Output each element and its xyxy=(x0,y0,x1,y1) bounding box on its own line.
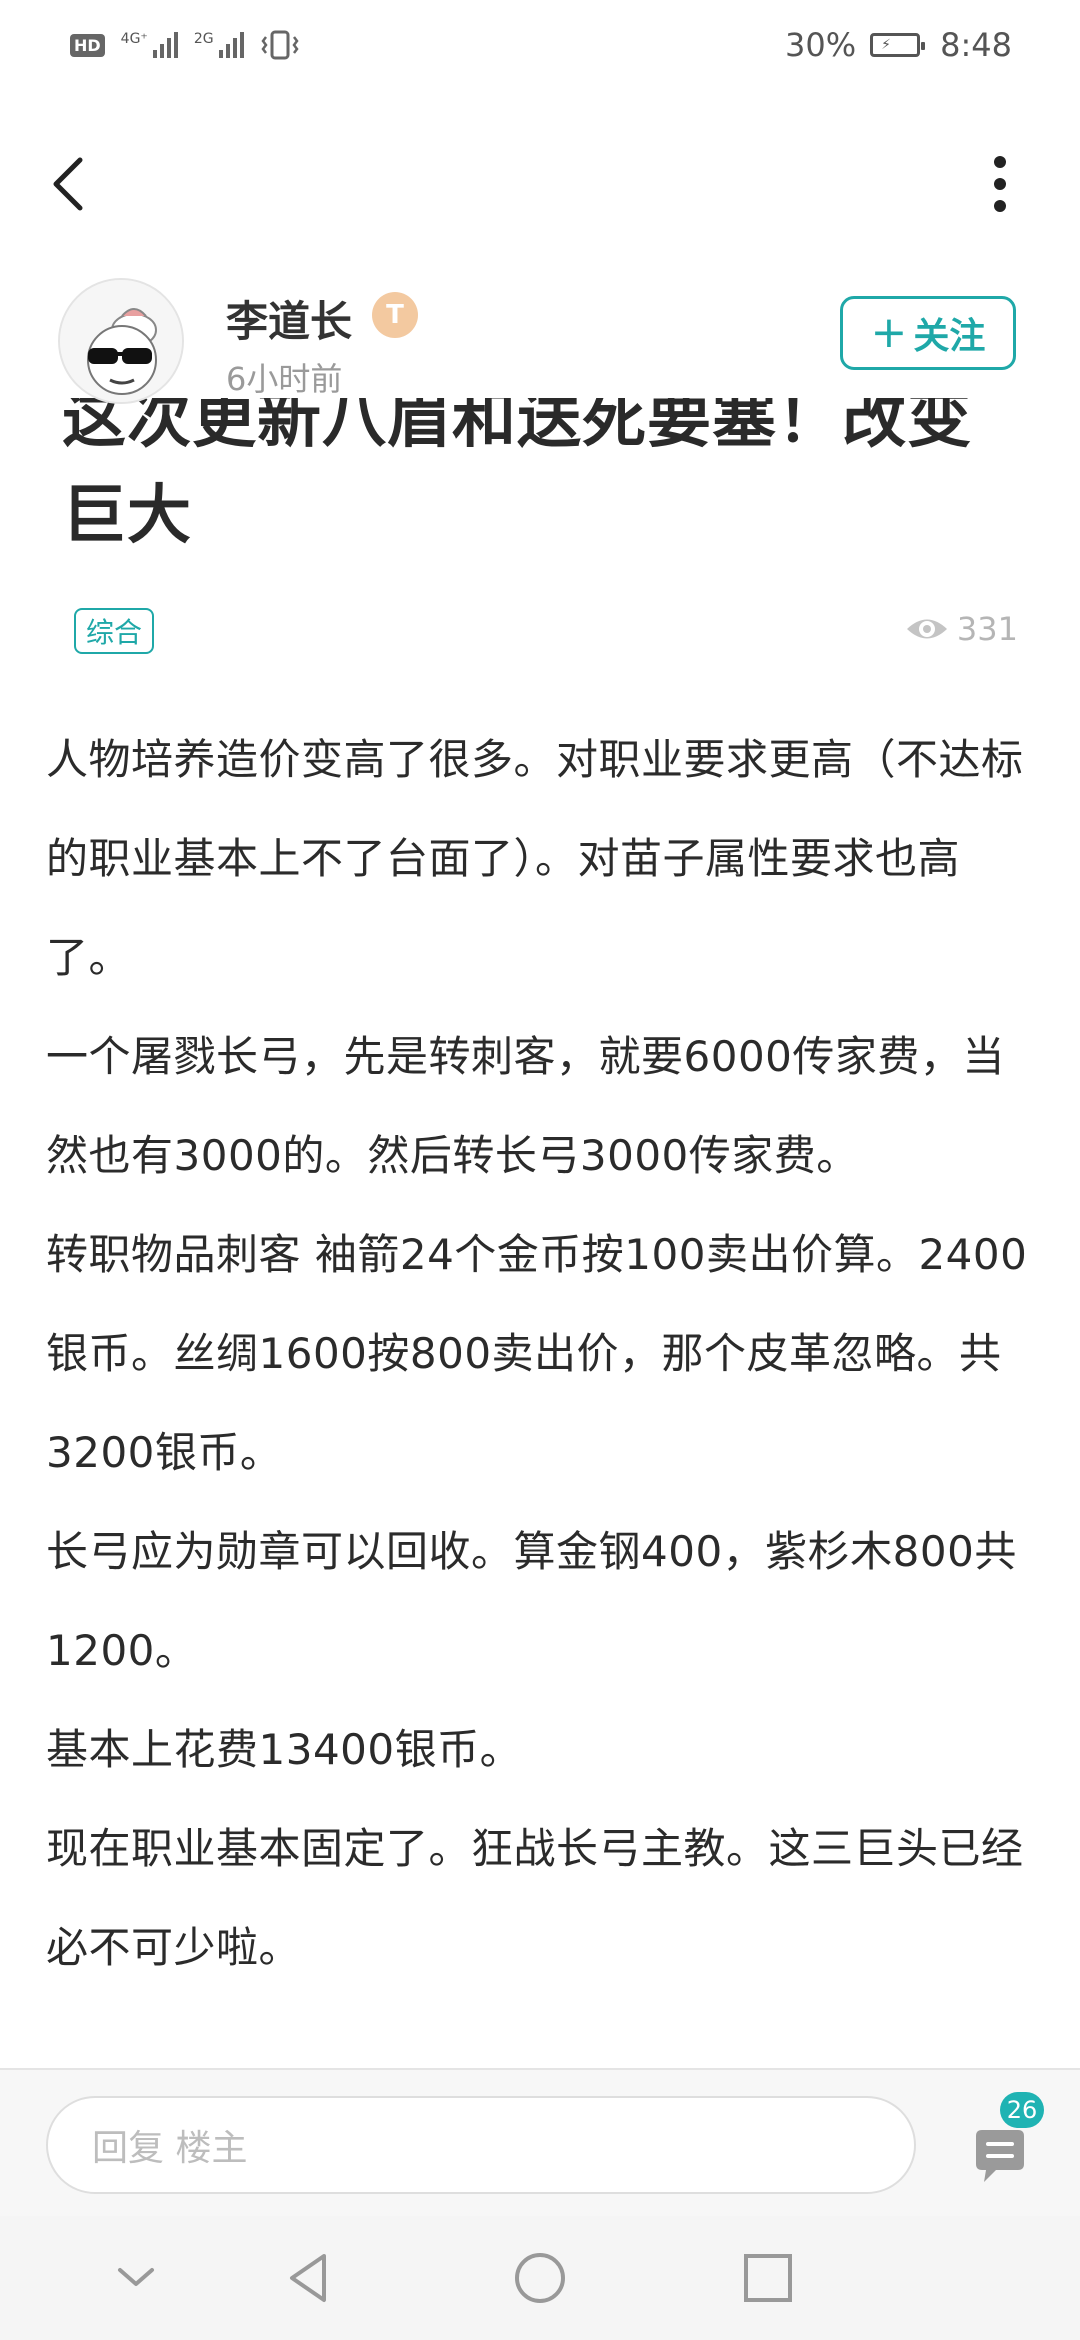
nav-back-button[interactable] xyxy=(278,2246,342,2310)
post-paragraph: 人物培养造价变高了很多。对职业要求更高（不达标的职业基本上不了台面了）。对苗子属… xyxy=(46,735,1024,982)
post-paragraph: 现在职业基本固定了。狂战长弓主教。这三巨头已经必不可少啦。 xyxy=(46,1824,1024,1972)
comments-button[interactable] xyxy=(970,2126,1030,2186)
nav-hide-button[interactable] xyxy=(104,2246,168,2310)
triangle-back-icon xyxy=(290,2254,326,2302)
nav-recents-button[interactable] xyxy=(736,2246,800,2310)
comment-count-badge: 26 xyxy=(1000,2092,1044,2128)
post-body: 人物培养造价变高了很多。对职业要求更高（不达标的职业基本上不了台面了）。对苗子属… xyxy=(46,710,1036,1997)
body-clip: 人物培养造价变高了很多。对职业要求更高（不达标的职业基本上不了台面了）。对苗子属… xyxy=(0,0,1080,2068)
post-paragraph: 长弓应为勋章可以回收。算金钢400，紫杉木800共1200。 xyxy=(46,1527,1017,1675)
post-paragraph: 基本上花费13400银币。 xyxy=(46,1725,523,1774)
post-paragraph: 转职物品刺客 袖箭24个金币按100卖出价算。2400银币。丝绸1600按800… xyxy=(46,1230,1028,1477)
comment-bubble-icon xyxy=(976,2130,1024,2182)
reply-bar: 回复 楼主 xyxy=(0,2068,1080,2218)
post-paragraph: 一个屠戮长弓，先是转刺客，就要6000传家费，当然也有3000的。然后转长弓30… xyxy=(46,1032,1005,1180)
system-nav-bar xyxy=(0,2216,1080,2340)
nav-home-button[interactable] xyxy=(508,2246,572,2310)
chevron-down-icon xyxy=(118,2268,154,2286)
reply-input[interactable]: 回复 楼主 xyxy=(46,2096,916,2194)
square-recents-icon xyxy=(744,2254,792,2302)
circle-home-icon xyxy=(515,2253,565,2303)
reply-placeholder: 回复 楼主 xyxy=(92,2128,248,2169)
